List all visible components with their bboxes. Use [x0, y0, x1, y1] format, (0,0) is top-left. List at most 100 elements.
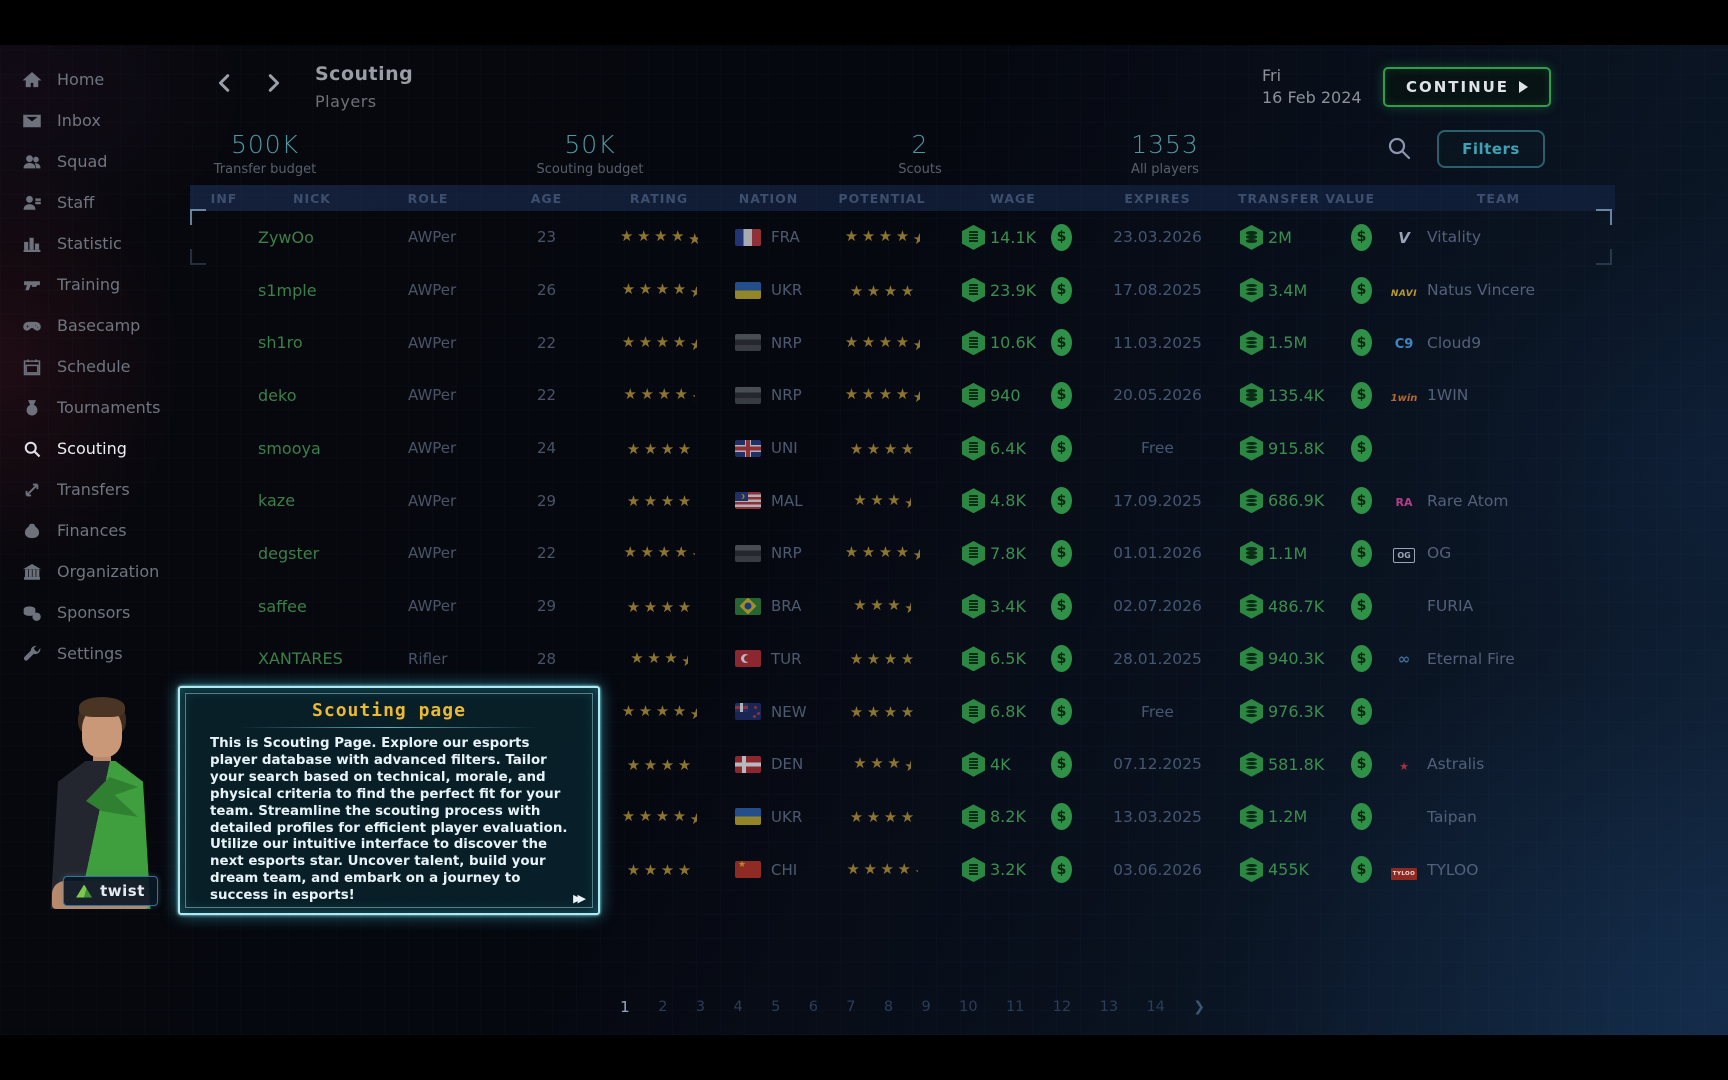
sponsors-icon	[22, 603, 42, 623]
home-icon	[22, 70, 42, 90]
wage-cell: 7.8K$	[942, 540, 1084, 567]
star-rating: ★★★★	[625, 442, 693, 457]
column-header-team[interactable]: TEAM	[1382, 191, 1615, 206]
page-2[interactable]: 2	[658, 999, 667, 1015]
team-cell: VVitality	[1382, 228, 1615, 247]
sidebar-item-schedule[interactable]: Schedule	[0, 346, 190, 387]
sidebar-item-organization[interactable]: Organization	[0, 551, 190, 592]
staff-icon	[22, 193, 42, 213]
player-row-xantares[interactable]: XANTARESRifler28★★★★TUR★★★★6.5K$28.01.20…	[190, 633, 1615, 686]
transfer-value: 581.8K	[1268, 755, 1324, 774]
nation-cell: UKR	[715, 808, 822, 826]
sidebar-item-transfers[interactable]: Transfers	[0, 469, 190, 510]
column-header-potential[interactable]: POTENTIAL	[822, 191, 942, 206]
player-row-smooya[interactable]: smooyaAWPer24★★★★UNI★★★★6.4K$Free915.8K$	[190, 422, 1615, 475]
chevron-left-icon[interactable]	[214, 72, 236, 94]
sidebar-item-basecamp[interactable]: Basecamp	[0, 305, 190, 346]
nation-code: NRP	[771, 544, 802, 562]
column-header-nation[interactable]: NATION	[715, 191, 822, 206]
chevron-right-icon[interactable]	[262, 72, 284, 94]
page-14[interactable]: 14	[1146, 999, 1164, 1015]
player-row-saffee[interactable]: saffeeAWPer29★★★★BRA★★★★3.4K$02.07.20264…	[190, 580, 1615, 633]
wage-cell: 23.9K$	[942, 277, 1084, 304]
page-4[interactable]: 4	[733, 999, 742, 1015]
column-header-inf[interactable]: INF	[190, 191, 258, 206]
player-age: 22	[490, 334, 603, 352]
page-13[interactable]: 13	[1100, 999, 1118, 1015]
page-5[interactable]: 5	[771, 999, 780, 1015]
sidebar-item-tournaments[interactable]: Tournaments	[0, 387, 190, 428]
column-header-rating[interactable]: RATING	[603, 191, 715, 206]
team-name: TYLOO	[1427, 861, 1478, 879]
nation-code: CHI	[771, 861, 797, 879]
transfer-value: 940.3K	[1268, 649, 1324, 668]
sidebar-item-staff[interactable]: Staff	[0, 182, 190, 223]
player-row-degster[interactable]: degsterAWPer22★★★★★NRP★★★★★7.8K$01.01.20…	[190, 527, 1615, 580]
sidebar-item-sponsors[interactable]: Sponsors	[0, 592, 190, 633]
page-11[interactable]: 11	[1006, 999, 1024, 1015]
player-row-s1mple[interactable]: s1mpleAWPer26★★★★★UKR★★★★23.9K$17.08.202…	[190, 264, 1615, 317]
contract-expires: 02.07.2026	[1084, 597, 1231, 615]
wage-cell: 940$	[942, 382, 1084, 409]
team-logo-vitality: V	[1390, 228, 1418, 247]
tutorial-tooltip: Scouting page This is Scouting Page. Exp…	[178, 686, 600, 915]
page-8[interactable]: 8	[884, 999, 893, 1015]
sidebar-item-label: Settings	[57, 644, 123, 663]
continue-button[interactable]: CONTINUE	[1383, 67, 1551, 107]
potential-cell: ★★★★★	[822, 384, 942, 406]
star-rating: ★★★★	[848, 284, 916, 299]
nation-code: NEW	[771, 703, 807, 721]
nation-cell: NRP	[715, 334, 822, 352]
player-row-zywoo[interactable]: ZywOoAWPer23★★★★★FRA★★★★★14.1K$23.03.202…	[190, 211, 1615, 264]
player-role: AWPer	[366, 439, 490, 457]
fast-forward-icon[interactable]: ▶▶	[573, 892, 582, 905]
player-row-deko[interactable]: dekoAWPer22★★★★★NRP★★★★★940$20.05.202613…	[190, 369, 1615, 422]
search-icon[interactable]	[1386, 135, 1412, 161]
transfer-value-cell: 581.8K$	[1231, 751, 1382, 778]
team-logo-ef: ∞	[1390, 649, 1418, 668]
next-page-chevron-icon[interactable]: ❯	[1193, 999, 1205, 1015]
scouting-screen: HomeInboxSquadStaffStatisticTrainingBase…	[0, 45, 1728, 1035]
sidebar-item-finances[interactable]: Finances	[0, 510, 190, 551]
team-logo-astralis: ★	[1390, 755, 1418, 774]
star-rating: ★★★★★	[843, 335, 921, 354]
page-3[interactable]: 3	[696, 999, 705, 1015]
transfer-value-cell: 915.8K$	[1231, 435, 1382, 462]
column-header-wage[interactable]: WAGE	[942, 191, 1084, 206]
player-row-kaze[interactable]: kazeAWPer29★★★★MAL★★★★4.8K$17.09.2025686…	[190, 474, 1615, 527]
column-header-expires[interactable]: EXPIRES	[1084, 191, 1231, 206]
column-header-age[interactable]: AGE	[490, 191, 603, 206]
player-age: 29	[490, 492, 603, 510]
nation-cell: BRA	[715, 597, 822, 615]
page-9[interactable]: 9	[922, 999, 931, 1015]
sidebar-item-home[interactable]: Home	[0, 59, 190, 100]
filters-button[interactable]: Filters	[1437, 130, 1545, 168]
sidebar-item-settings[interactable]: Settings	[0, 633, 190, 674]
star-rating: ★★★★★	[620, 809, 698, 828]
star-rating: ★★★★	[852, 493, 913, 512]
column-header-role[interactable]: ROLE	[366, 191, 490, 206]
rating-cell: ★★★★★	[603, 279, 715, 301]
dollar-icon: $	[1351, 698, 1372, 725]
page-6[interactable]: 6	[809, 999, 818, 1015]
dollar-icon: $	[1351, 645, 1372, 672]
page-12[interactable]: 12	[1053, 999, 1071, 1015]
coins-icon	[1240, 646, 1263, 671]
potential-cell: ★★★★	[822, 595, 942, 617]
dollar-icon: $	[1351, 224, 1372, 251]
player-age: 28	[490, 650, 603, 668]
game-date-full: 16 Feb 2024	[1262, 87, 1362, 109]
column-header-nick[interactable]: NICK	[258, 191, 366, 206]
column-header-transfer-value[interactable]: TRANSFER VALUE	[1231, 191, 1382, 206]
sidebar-item-label: Home	[57, 70, 104, 89]
stat-label: Scouts	[810, 162, 1030, 177]
team-logo-c9: C9	[1390, 333, 1418, 352]
alliance-logo-icon	[76, 885, 92, 898]
page-1[interactable]: 1	[620, 998, 630, 1016]
player-row-sh1ro[interactable]: sh1roAWPer22★★★★★NRP★★★★★10.6K$11.03.202…	[190, 316, 1615, 369]
sidebar-item-training[interactable]: Training	[0, 264, 190, 305]
page-7[interactable]: 7	[846, 999, 855, 1015]
sidebar-item-statistic[interactable]: Statistic	[0, 223, 190, 264]
page-10[interactable]: 10	[959, 999, 977, 1015]
sidebar-item-scouting[interactable]: Scouting	[0, 428, 190, 469]
